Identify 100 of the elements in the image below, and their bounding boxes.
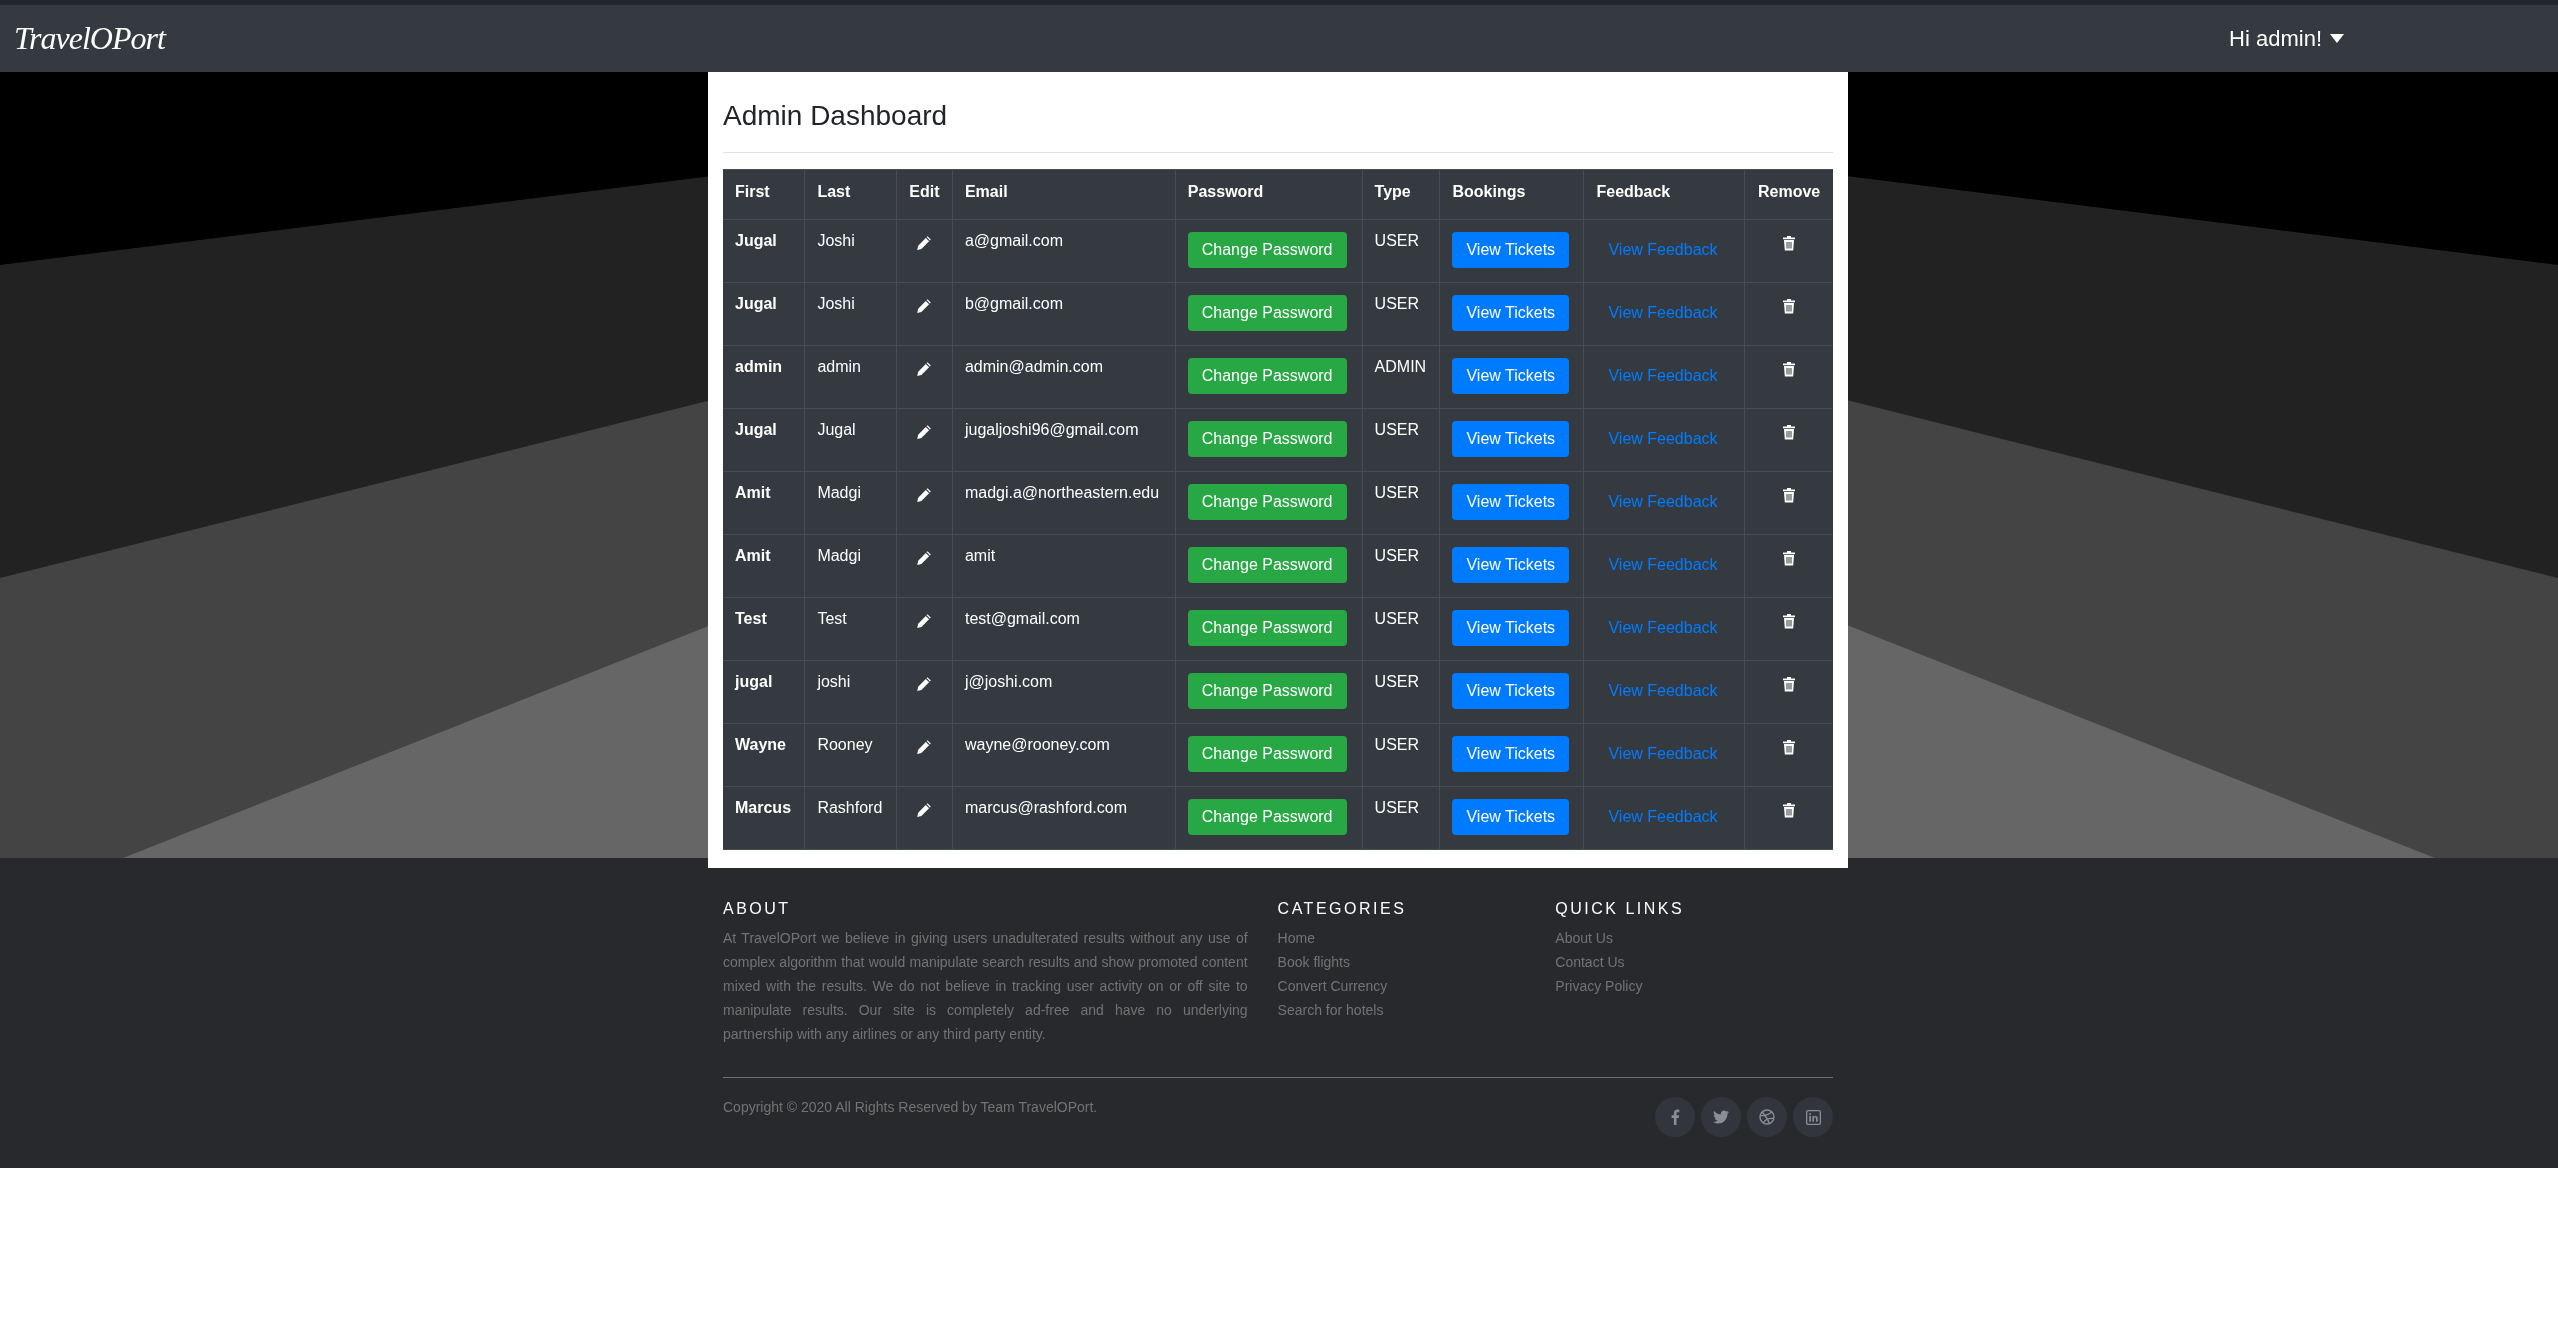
trash-icon[interactable] xyxy=(1782,739,1797,755)
table-cell: jugaljoshi96@gmail.com xyxy=(952,408,1176,472)
trash-icon[interactable] xyxy=(1782,424,1797,440)
column-header: Bookings xyxy=(1439,169,1584,220)
table-cell: Joshi xyxy=(804,282,897,346)
trash-icon[interactable] xyxy=(1782,676,1797,692)
footer-link[interactable]: Book flights xyxy=(1277,950,1350,974)
table-cell: Wayne xyxy=(723,723,805,787)
trash-icon[interactable] xyxy=(1782,298,1797,314)
change-password-button[interactable]: Change Password xyxy=(1187,484,1347,520)
edit-icon[interactable] xyxy=(916,487,933,503)
table-cell: Amit xyxy=(723,471,805,535)
table-cell: Madgi xyxy=(804,471,897,535)
table-cell: Amit xyxy=(723,534,805,598)
social-button[interactable] xyxy=(1701,1097,1741,1137)
table-cell: madgi.a@northeastern.edu xyxy=(952,471,1176,535)
view-tickets-button[interactable]: View Tickets xyxy=(1452,799,1570,835)
change-password-button[interactable]: Change Password xyxy=(1187,421,1347,457)
table-cell: Test xyxy=(804,597,897,661)
edit-icon[interactable] xyxy=(916,802,933,818)
trash-icon[interactable] xyxy=(1782,487,1797,503)
about-text: At TravelOPort we believe in giving users unadulterated results without any use of complex algorithm that would manipulate search results and show promoted content mixed with the results. We do not believe in tracking user activity on or off site to manipulate results. Our site is completely ad-free and have no underlying partnership with any airlines or any third party entity. xyxy=(723,929,1248,1044)
table-cell: amit xyxy=(952,534,1176,598)
copyright-text: Copyright © 2020 All Rights Reserved by Team TravelOPort. xyxy=(723,1098,1098,1117)
footer-heading: CATEGORIES xyxy=(1277,899,1408,919)
page-title: Admin Dashboard xyxy=(723,82,1833,153)
edit-icon[interactable] xyxy=(916,550,933,566)
table-cell: admin xyxy=(804,345,897,409)
view-tickets-button[interactable]: View Tickets xyxy=(1452,232,1570,268)
change-password-button[interactable]: Change Password xyxy=(1187,799,1347,835)
facebook-icon xyxy=(1669,1109,1681,1125)
column-header: Type xyxy=(1362,169,1440,220)
edit-icon[interactable] xyxy=(916,298,933,314)
table-cell: USER xyxy=(1362,408,1440,472)
table-cell: Jugal xyxy=(723,282,805,346)
social-button[interactable] xyxy=(1747,1097,1787,1137)
change-password-button[interactable]: Change Password xyxy=(1187,673,1347,709)
footer-heading: ABOUT xyxy=(723,899,792,919)
brand-logo[interactable]: TravelOPort xyxy=(14,20,165,57)
table-cell: Test xyxy=(723,597,805,661)
column-header: Feedback xyxy=(1583,169,1745,220)
change-password-button[interactable]: Change Password xyxy=(1187,610,1347,646)
table-cell: ADMIN xyxy=(1362,345,1440,409)
table-cell: USER xyxy=(1362,660,1440,724)
column-header: First xyxy=(723,169,805,220)
change-password-button[interactable]: Change Password xyxy=(1187,232,1347,268)
table-cell: USER xyxy=(1362,282,1440,346)
table-cell: admin xyxy=(723,345,805,409)
trash-icon[interactable] xyxy=(1782,802,1797,818)
edit-icon[interactable] xyxy=(916,361,933,377)
table-cell: Jugal xyxy=(723,408,805,472)
change-password-button[interactable]: Change Password xyxy=(1187,736,1347,772)
column-header: Last xyxy=(804,169,897,220)
table-cell: joshi xyxy=(804,660,897,724)
table-cell: j@joshi.com xyxy=(952,660,1176,724)
table-cell: jugal xyxy=(723,660,805,724)
view-tickets-button[interactable]: View Tickets xyxy=(1452,484,1570,520)
view-tickets-button[interactable]: View Tickets xyxy=(1452,547,1570,583)
view-tickets-button[interactable]: View Tickets xyxy=(1452,610,1570,646)
table-cell: marcus@rashford.com xyxy=(952,786,1176,850)
social-button[interactable] xyxy=(1793,1097,1833,1137)
footer-link[interactable]: Contact Us xyxy=(1555,950,1625,974)
column-header: Password xyxy=(1175,169,1363,220)
column-header: Edit xyxy=(896,169,953,220)
social-button[interactable] xyxy=(1655,1097,1695,1137)
view-tickets-button[interactable]: View Tickets xyxy=(1452,736,1570,772)
view-tickets-button[interactable]: View Tickets xyxy=(1452,358,1570,394)
view-tickets-button[interactable]: View Tickets xyxy=(1452,295,1570,331)
edit-icon[interactable] xyxy=(916,235,933,251)
view-tickets-button[interactable]: View Tickets xyxy=(1452,673,1570,709)
table-cell: admin@admin.com xyxy=(952,345,1176,409)
change-password-button[interactable]: Change Password xyxy=(1187,358,1347,394)
view-tickets-button[interactable]: View Tickets xyxy=(1452,421,1570,457)
footer-link[interactable]: Home xyxy=(1277,926,1315,950)
table-cell: test@gmail.com xyxy=(952,597,1176,661)
table-cell: USER xyxy=(1362,219,1440,283)
edit-icon[interactable] xyxy=(916,739,933,755)
edit-icon[interactable] xyxy=(916,676,933,692)
trash-icon[interactable] xyxy=(1782,235,1797,251)
footer-link[interactable]: About Us xyxy=(1555,926,1613,950)
table-cell: USER xyxy=(1362,471,1440,535)
caret-icon xyxy=(2330,34,2344,43)
user-menu-button[interactable]: Hi admin! xyxy=(2225,19,2348,58)
table-cell: Madgi xyxy=(804,534,897,598)
trash-icon[interactable] xyxy=(1782,361,1797,377)
trash-icon[interactable] xyxy=(1782,613,1797,629)
change-password-button[interactable]: Change Password xyxy=(1187,547,1347,583)
footer-link[interactable]: Convert Currency xyxy=(1277,974,1388,998)
footer-link[interactable]: Privacy Policy xyxy=(1555,974,1643,998)
footer-link[interactable]: Search for hotels xyxy=(1277,998,1384,1022)
edit-icon[interactable] xyxy=(916,613,933,629)
table-cell: Marcus xyxy=(723,786,805,850)
table-cell: USER xyxy=(1362,723,1440,787)
footer-heading: QUICK LINKS xyxy=(1555,899,1686,919)
table-cell: Joshi xyxy=(804,219,897,283)
table-cell: wayne@rooney.com xyxy=(952,723,1176,787)
change-password-button[interactable]: Change Password xyxy=(1187,295,1347,331)
trash-icon[interactable] xyxy=(1782,550,1797,566)
edit-icon[interactable] xyxy=(916,424,933,440)
table-cell: Jugal xyxy=(723,219,805,283)
